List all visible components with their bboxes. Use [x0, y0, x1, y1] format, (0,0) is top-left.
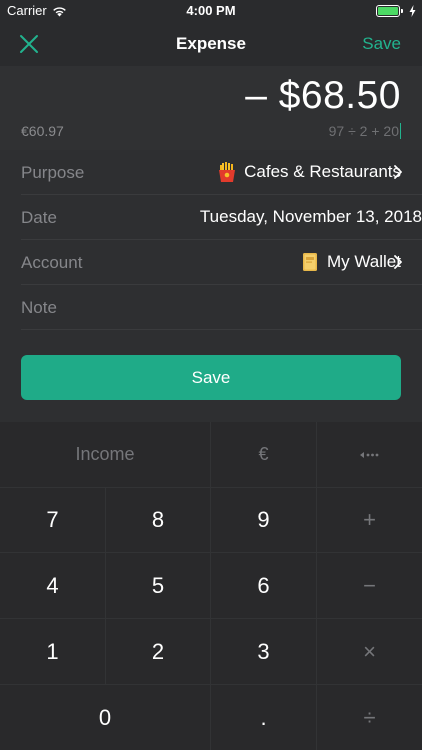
calculation-expression: 97 ÷ 2 + 20 — [329, 123, 401, 139]
charging-icon — [409, 4, 416, 22]
battery-cap — [401, 9, 403, 13]
key-minus[interactable]: − — [317, 553, 422, 619]
clock: 4:00 PM — [186, 3, 236, 18]
key-1[interactable]: 1 — [0, 619, 106, 685]
battery-icon — [376, 5, 400, 17]
keypad: Income € 7 8 9 + 4 5 6 − 1 2 3 × 0 . ÷ — [0, 422, 422, 750]
key-5[interactable]: 5 — [106, 553, 211, 619]
expense-form: Purpose Cafes & Restaurants Date Tuesday… — [0, 150, 422, 422]
purpose-row[interactable]: Purpose Cafes & Restaurants — [21, 150, 422, 195]
chevron-right-icon — [394, 165, 402, 184]
date-row[interactable]: Date Tuesday, November 13, 2018 — [21, 195, 422, 240]
currency-button[interactable]: € — [211, 422, 317, 488]
wallet-icon — [301, 252, 319, 272]
expense-screen: Carrier 4:00 PM Expense Save – $68.50 €6… — [0, 0, 422, 750]
key-multiply[interactable]: × — [317, 619, 422, 685]
status-bar: Carrier 4:00 PM — [0, 0, 422, 22]
purpose-value: Cafes & Restaurants — [218, 162, 401, 182]
amount-value: – $68.50 — [245, 74, 401, 117]
purpose-text: Cafes & Restaurants — [244, 162, 401, 181]
save-button[interactable]: Save — [21, 355, 401, 400]
key-0[interactable]: 0 — [0, 685, 211, 750]
key-8[interactable]: 8 — [106, 488, 211, 553]
income-toggle-button[interactable]: Income — [0, 422, 211, 488]
key-4[interactable]: 4 — [0, 553, 106, 619]
navigation-bar: Expense Save — [0, 22, 422, 66]
purpose-label: Purpose — [21, 163, 85, 182]
key-2[interactable]: 2 — [106, 619, 211, 685]
account-row[interactable]: Account My Wallet — [21, 240, 422, 285]
account-text: My Wallet — [327, 252, 401, 271]
date-label: Date — [21, 208, 57, 227]
note-row[interactable]: Note — [21, 285, 422, 330]
key-9[interactable]: 9 — [211, 488, 317, 553]
key-3[interactable]: 3 — [211, 619, 317, 685]
converted-amount: €60.97 — [21, 123, 64, 139]
fries-icon — [218, 162, 236, 182]
key-divide[interactable]: ÷ — [317, 685, 422, 750]
amount-display: – $68.50 €60.97 97 ÷ 2 + 20 — [0, 66, 422, 150]
key-plus[interactable]: + — [317, 488, 422, 553]
account-value: My Wallet — [301, 252, 401, 272]
nav-save-button[interactable]: Save — [362, 34, 401, 54]
account-label: Account — [21, 253, 83, 272]
backspace-icon[interactable] — [317, 422, 422, 488]
page-title: Expense — [176, 34, 246, 53]
key-6[interactable]: 6 — [211, 553, 317, 619]
note-field[interactable]: Note — [21, 298, 57, 318]
key-decimal[interactable]: . — [211, 685, 317, 750]
text-cursor — [400, 123, 401, 139]
expression-text: 97 ÷ 2 + 20 — [328, 123, 399, 139]
chevron-right-icon — [394, 255, 402, 274]
date-value: Tuesday, November 13, 2018 — [199, 207, 422, 226]
key-7[interactable]: 7 — [0, 488, 106, 553]
